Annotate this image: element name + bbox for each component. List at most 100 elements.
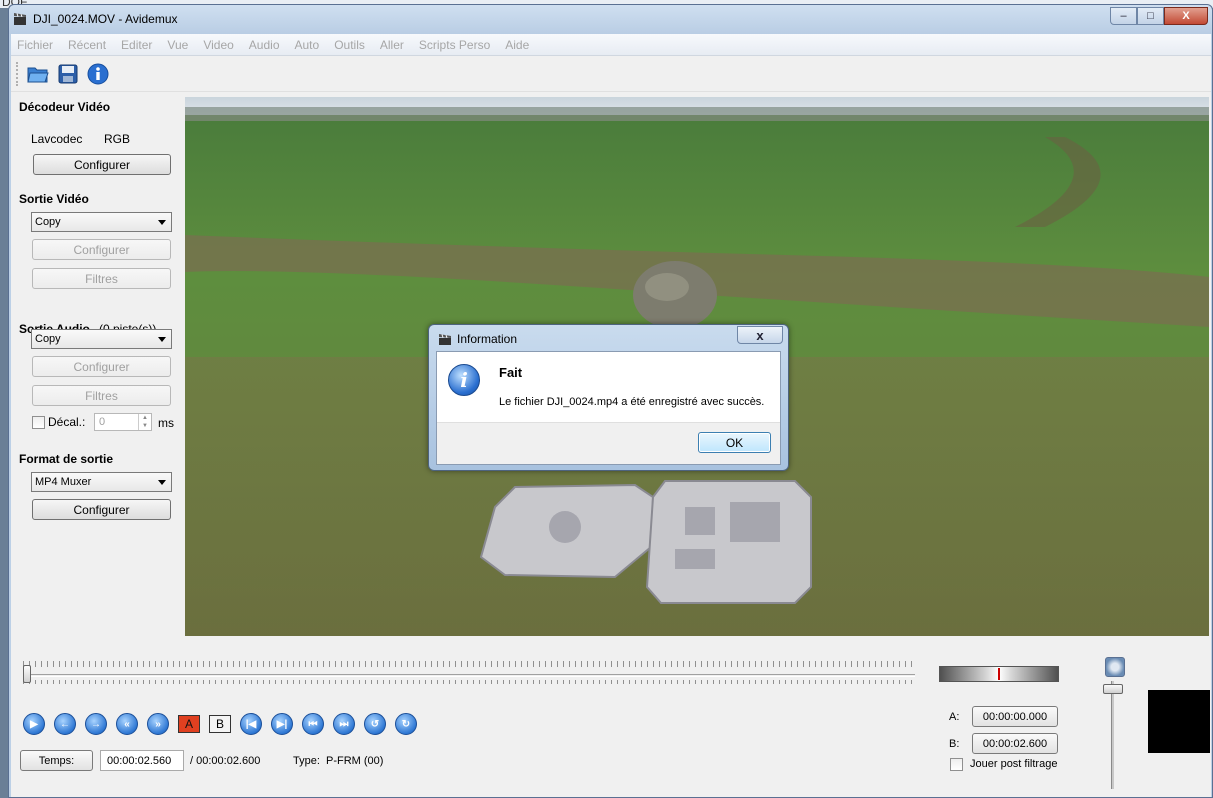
goto-b-icon: ▶| (271, 713, 293, 735)
video-configure-button[interactable]: Configurer (32, 239, 171, 260)
menu-outils[interactable]: Outils (334, 38, 365, 52)
play-button[interactable]: ▶ (23, 713, 45, 735)
mini-preview (1148, 690, 1210, 753)
title-bar[interactable]: DJI_0024.MOV - Avidemux – □ X (9, 5, 1212, 34)
decoder-title: Décodeur Vidéo (19, 100, 111, 114)
dialog-title: Information (457, 332, 518, 346)
spin-down-icon[interactable]: ▼ (138, 422, 151, 430)
previous-frame-button[interactable]: ← (54, 713, 76, 735)
marker-b-time[interactable]: 00:00:02.600 (972, 733, 1058, 754)
shift-checkbox[interactable] (32, 416, 45, 429)
timeline-slider[interactable] (23, 661, 915, 684)
minimize-button[interactable]: – (1110, 7, 1137, 25)
audio-codec-select[interactable]: Copy (31, 329, 172, 349)
decoder-configure-button[interactable]: Configurer (33, 154, 171, 175)
audio-codec-value: Copy (35, 333, 61, 345)
shuttle-marker (998, 668, 1000, 680)
open-folder-icon (27, 67, 49, 83)
marker-b-label: B: (949, 738, 960, 750)
back-60-button[interactable]: ↺ (364, 713, 386, 735)
audio-configure-button[interactable]: Configurer (32, 356, 171, 377)
previous-keyframe-button[interactable]: « (116, 713, 138, 735)
marker-a-label: A: (949, 711, 960, 723)
menu-bar: Fichier Récent Editer Vue Video Audio Au… (11, 34, 1211, 56)
menu-audio[interactable]: Audio (249, 38, 280, 52)
dialog-close-button[interactable]: x (737, 326, 783, 344)
information-dialog: Information x i Fait Le fichier DJI_0024… (428, 324, 789, 471)
forward-60-button[interactable]: ↻ (395, 713, 417, 735)
info-icon (87, 63, 109, 85)
menu-fichier[interactable]: Fichier (17, 38, 53, 52)
decoder-name: Lavcodec (31, 132, 83, 146)
toolbar (11, 56, 1211, 92)
arrow-left-icon: ← (54, 713, 76, 735)
volume-icon[interactable] (1105, 657, 1125, 677)
video-output-title: Sortie Vidéo (19, 192, 89, 206)
play-filtered-label: Jouer post filtrage (970, 758, 1058, 770)
skip-end-icon: ⏭ (333, 713, 355, 735)
set-marker-a-button[interactable]: A (178, 713, 200, 735)
info-button[interactable] (86, 62, 110, 86)
menu-editer[interactable]: Editer (121, 38, 152, 52)
jog-shuttle[interactable] (939, 666, 1059, 682)
timeline-thumb[interactable] (23, 665, 31, 683)
next-frame-button[interactable]: → (85, 713, 107, 735)
dialog-body: i Fait Le fichier DJI_0024.mp4 a été enr… (436, 351, 781, 465)
time-button[interactable]: Temps: (20, 750, 93, 771)
menu-auto[interactable]: Auto (295, 38, 320, 52)
ok-button[interactable]: OK (698, 432, 771, 453)
clapperboard-icon (14, 13, 26, 25)
decoder-format: RGB (104, 132, 131, 146)
goto-a-icon: |◀ (240, 713, 262, 735)
dropdown-arrow-icon (158, 480, 166, 485)
output-format-title: Format de sortie (19, 452, 114, 466)
menu-vue[interactable]: Vue (167, 38, 188, 52)
marker-a-time[interactable]: 00:00:00.000 (972, 706, 1058, 727)
marker-b-icon: B (209, 715, 231, 733)
muxer-select[interactable]: MP4 Muxer (31, 472, 172, 492)
back-60-icon: ↺ (364, 713, 386, 735)
dropdown-arrow-icon (158, 337, 166, 342)
arrow-right-icon: → (85, 713, 107, 735)
close-button[interactable]: X (1164, 7, 1208, 25)
volume-slider[interactable] (1111, 681, 1114, 789)
open-button[interactable] (26, 62, 50, 86)
marker-a-icon: A (178, 715, 200, 733)
timeline-track (23, 674, 915, 677)
menu-aller[interactable]: Aller (380, 38, 404, 52)
video-filters-button[interactable]: Filtres (32, 268, 171, 289)
shift-input[interactable]: 0 ▲ ▼ (94, 413, 152, 431)
audio-filters-button[interactable]: Filtres (32, 385, 171, 406)
play-icon: ▶ (23, 713, 45, 735)
next-keyframe-button[interactable]: » (147, 713, 169, 735)
dialog-message: Le fichier DJI_0024.mp4 a été enregistré… (499, 396, 765, 408)
dialog-footer: OK (437, 422, 780, 464)
spin-up-icon[interactable]: ▲ (138, 414, 151, 422)
maximize-button[interactable]: □ (1137, 7, 1164, 25)
toolbar-grip[interactable] (16, 62, 19, 86)
timeline-ticks-top (23, 661, 915, 667)
current-time-input[interactable]: 00:00:02.560 (100, 750, 184, 771)
muxer-configure-button[interactable]: Configurer (32, 499, 171, 520)
rewind-icon: « (116, 713, 138, 735)
window-title: DJI_0024.MOV - Avidemux (33, 12, 178, 26)
menu-recent[interactable]: Récent (68, 38, 106, 52)
volume-thumb[interactable] (1103, 684, 1123, 694)
goto-marker-b-button[interactable]: ▶| (271, 713, 293, 735)
dialog-heading: Fait (499, 365, 523, 380)
shift-label: Décal.: (48, 415, 86, 429)
dropdown-arrow-icon (158, 220, 166, 225)
bottom-controls: ▶ ← → « » A B |◀ ▶| ⏮ ⏭ ↺ ↻ Temps: 00:00… (11, 636, 1211, 797)
play-filtered-checkbox[interactable] (950, 758, 963, 771)
shift-unit: ms (158, 416, 174, 430)
video-codec-select[interactable]: Copy (31, 212, 172, 232)
set-marker-b-button[interactable]: B (209, 713, 231, 735)
menu-aide[interactable]: Aide (505, 38, 529, 52)
save-button[interactable] (56, 62, 80, 86)
menu-video[interactable]: Video (203, 38, 233, 52)
fast-forward-icon: » (147, 713, 169, 735)
goto-end-button[interactable]: ⏭ (333, 713, 355, 735)
goto-start-button[interactable]: ⏮ (302, 713, 324, 735)
goto-marker-a-button[interactable]: |◀ (240, 713, 262, 735)
menu-scripts-perso[interactable]: Scripts Perso (419, 38, 490, 52)
